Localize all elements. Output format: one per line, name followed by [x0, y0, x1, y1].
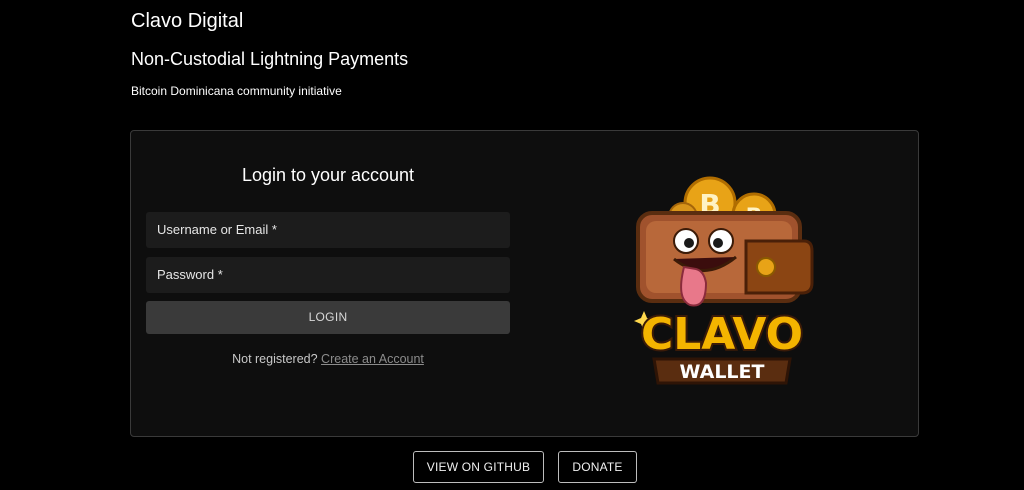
app-title: Clavo Digital: [131, 10, 244, 32]
not-registered-text: Not registered?: [232, 352, 318, 366]
username-field[interactable]: Username or Email *: [146, 212, 510, 248]
view-on-github-button[interactable]: VIEW ON GITHUB: [413, 451, 544, 483]
clavo-wallet-logo: B B: [626, 171, 816, 396]
login-button[interactable]: LOGIN: [146, 301, 510, 334]
password-field-label: Password *: [157, 267, 223, 282]
register-row: Not registered? Create an Account: [146, 351, 510, 367]
password-field[interactable]: Password *: [146, 257, 510, 293]
username-field-label: Username or Email *: [157, 222, 277, 237]
donate-button[interactable]: DONATE: [558, 451, 637, 483]
page: Clavo Digital Non-Custodial Lightning Pa…: [0, 0, 1024, 490]
logo-word-clavo: CLAVO: [641, 309, 803, 360]
clavo-wallet-logo-image: B B: [634, 176, 814, 385]
login-heading: Login to your account: [241, 165, 415, 185]
app-tagline: Bitcoin Dominicana community initiative: [131, 84, 342, 98]
create-account-link[interactable]: Create an Account: [321, 352, 424, 366]
app-subtitle: Non-Custodial Lightning Payments: [131, 49, 409, 69]
login-card: Login to your account Username or Email …: [130, 130, 919, 437]
logo-word-wallet: WALLET: [680, 361, 765, 383]
